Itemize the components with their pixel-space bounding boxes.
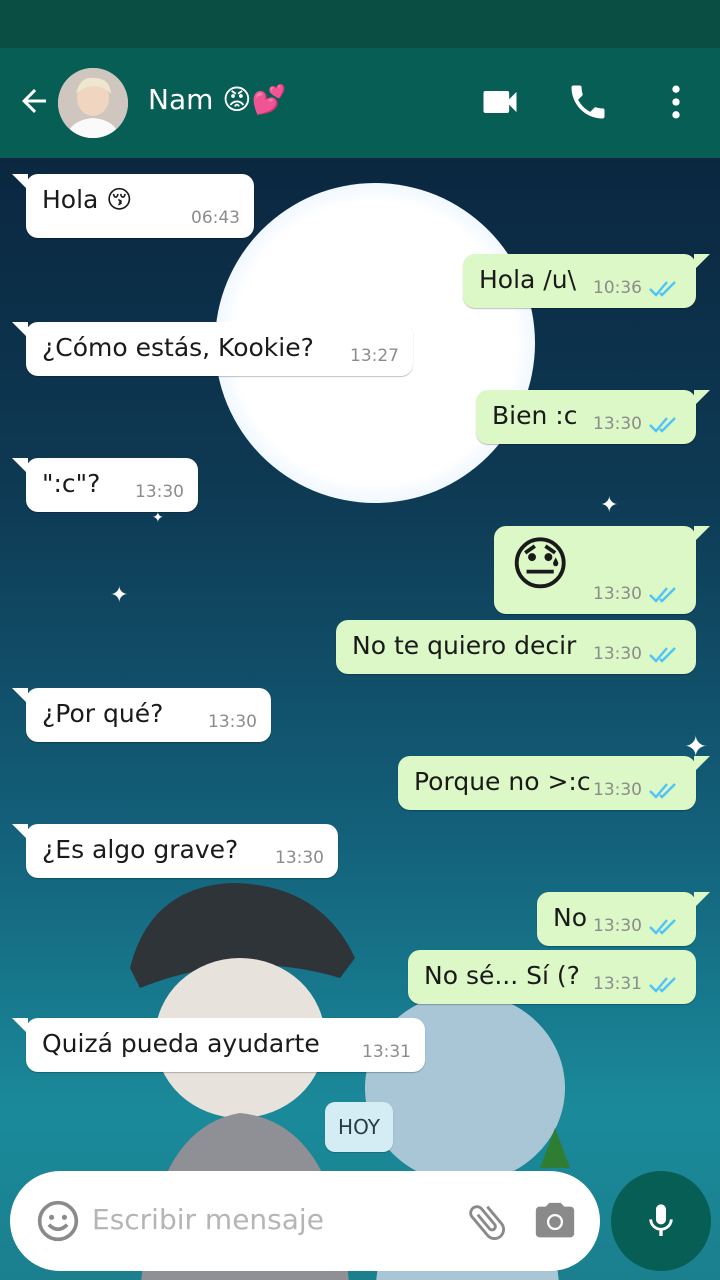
message-input[interactable]: Escribir mensaje (92, 1203, 324, 1236)
paperclip-icon[interactable] (464, 1199, 510, 1245)
bubble-tail (12, 1018, 28, 1034)
bubble-tail (12, 174, 28, 190)
outgoing-message[interactable]: No te quiero decir 13:30 (336, 620, 696, 674)
incoming-message[interactable]: Quizá pueda ayudarte 13:31 (12, 1018, 425, 1072)
read-ticks-icon (649, 417, 676, 433)
more-vert-icon[interactable] (654, 80, 698, 124)
videocam-icon[interactable] (478, 80, 522, 124)
incoming-message[interactable]: ¿Por qué? 13:30 (12, 688, 271, 742)
read-ticks-icon (649, 783, 676, 799)
star-icon: ✦ (600, 493, 619, 518)
message-text: Hola /u\ (479, 265, 576, 294)
phone-icon[interactable] (566, 80, 610, 124)
message-text: ¿Es algo grave? (42, 835, 239, 864)
incoming-message[interactable]: ":c"? 13:30 (12, 458, 198, 512)
message-time: 13:30 (593, 780, 642, 800)
date-chip: HOY (325, 1102, 393, 1152)
avatar[interactable] (58, 68, 128, 138)
message-time: 13:30 (208, 712, 257, 732)
message-text: Porque no >:c (414, 767, 591, 796)
message-time: 13:30 (135, 482, 184, 502)
read-ticks-icon (649, 587, 676, 603)
message-time: 06:43 (191, 208, 240, 228)
message-text: ¿Por qué? (42, 699, 164, 728)
status-bar (0, 0, 720, 48)
message-text: Quizá pueda ayudarte (42, 1029, 320, 1058)
mic-icon (649, 1204, 673, 1236)
incoming-message[interactable]: ¿Es algo grave? 13:30 (12, 824, 338, 878)
arrow-back-icon[interactable] (16, 83, 52, 119)
outgoing-message[interactable]: 😓 13:30 (494, 526, 710, 614)
read-ticks-icon (649, 647, 676, 663)
read-ticks-icon (649, 977, 676, 993)
contact-name[interactable]: Nam 😡💕 (148, 83, 286, 116)
message-text: 😓 (510, 530, 571, 598)
bubble-tail (694, 756, 710, 772)
bubble-tail (694, 254, 710, 270)
message-time: 13:30 (593, 414, 642, 434)
message-text: ":c"? (42, 469, 101, 498)
read-ticks-icon (649, 281, 676, 297)
bubble-tail (694, 526, 710, 542)
star-icon: ✦ (110, 583, 129, 608)
composer: Escribir mensaje (10, 1171, 600, 1271)
outgoing-message[interactable]: Bien :c 13:30 (476, 390, 710, 444)
read-ticks-icon (649, 919, 676, 935)
chat-header: Nam 😡💕 (0, 48, 720, 158)
message-time: 10:36 (593, 278, 642, 298)
outgoing-message[interactable]: Porque no >:c 13:30 (398, 756, 710, 810)
incoming-message[interactable]: Hola 😚 06:43 (12, 174, 254, 238)
star-icon: ✦ (152, 510, 164, 526)
message-time: 13:31 (593, 974, 642, 994)
message-time: 13:31 (362, 1042, 411, 1062)
message-text: No te quiero decir (352, 631, 577, 660)
outgoing-message[interactable]: No sé... Sí (? 13:31 (408, 950, 696, 1004)
message-time: 13:30 (593, 916, 642, 936)
bubble-tail (12, 322, 28, 338)
outgoing-message[interactable]: No 13:30 (537, 892, 710, 946)
bubble-tail (12, 824, 28, 840)
bubble-tail (694, 892, 710, 908)
message-time: 13:30 (593, 644, 642, 664)
message-text: ¿Cómo estás, Kookie? (42, 333, 314, 362)
message-text: No (553, 903, 587, 932)
mic-button[interactable] (611, 1171, 711, 1271)
message-time: 13:27 (350, 346, 399, 366)
message-time: 13:30 (593, 584, 642, 604)
message-text: Bien :c (492, 401, 578, 430)
message-time: 13:30 (275, 848, 324, 868)
bubble-tail (694, 390, 710, 406)
bubble-tail (12, 688, 28, 704)
message-text: Hola 😚 (42, 185, 133, 214)
camera-icon[interactable] (532, 1199, 578, 1245)
outgoing-message[interactable]: Hola /u\ 10:36 (463, 254, 710, 308)
incoming-message[interactable]: ¿Cómo estás, Kookie? 13:27 (12, 322, 413, 376)
emoji-icon[interactable] (36, 1199, 80, 1243)
message-text: No sé... Sí (? (424, 961, 580, 990)
bubble-tail (12, 458, 28, 474)
